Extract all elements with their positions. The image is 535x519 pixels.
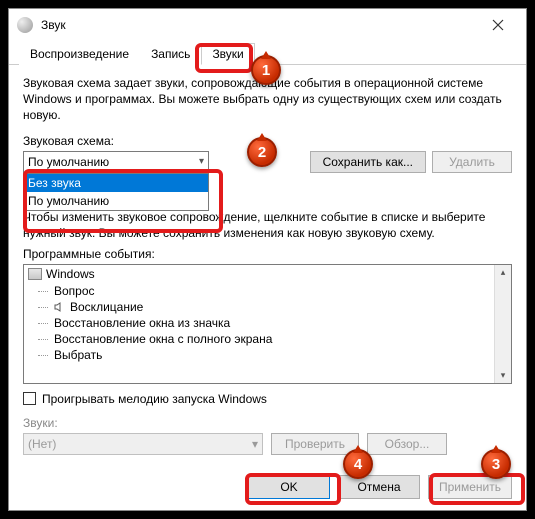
event-label: Восстановление окна с полного экрана <box>54 332 272 346</box>
ok-button[interactable]: OK <box>248 475 330 499</box>
sounds-label: Звуки: <box>23 416 512 430</box>
step-badge-2: 2 <box>247 137 277 167</box>
scroll-down-icon: ▾ <box>501 368 506 383</box>
event-item[interactable]: Вопрос <box>24 283 511 299</box>
scroll-up-icon: ▴ <box>501 265 506 280</box>
event-root-label: Windows <box>46 267 95 281</box>
event-label: Восклицание <box>70 300 143 314</box>
events-listbox[interactable]: Windows Вопрос Восклицание Восстановлени… <box>23 264 512 384</box>
app-icon <box>17 17 33 33</box>
sounds-combobox: (Нет) ▾ <box>23 433 263 455</box>
step-badge-3: 3 <box>481 449 511 479</box>
scheme-option-none[interactable]: Без звука <box>24 174 208 192</box>
event-root[interactable]: Windows <box>24 265 511 283</box>
canvas: Звук Воспроизведение Запись Звуки Звуков… <box>0 0 535 519</box>
event-label: Выбрать <box>54 348 102 362</box>
close-button[interactable] <box>478 11 518 39</box>
tab-playback[interactable]: Воспроизведение <box>19 43 140 65</box>
scheme-selected-value: По умолчанию <box>28 155 109 169</box>
close-icon <box>492 19 504 31</box>
sounds-value: (Нет) <box>28 437 56 451</box>
event-item[interactable]: Восстановление окна из значка <box>24 315 511 331</box>
event-item[interactable]: Выбрать <box>24 347 511 363</box>
startup-sound-checkbox[interactable] <box>23 392 36 405</box>
test-button: Проверить <box>271 433 359 455</box>
cancel-button[interactable]: Отмена <box>338 475 420 499</box>
scheme-option-default[interactable]: По умолчанию <box>24 192 208 210</box>
scheme-combobox[interactable]: По умолчанию ▾ <box>23 151 209 173</box>
speaker-icon <box>54 301 66 313</box>
save-as-button[interactable]: Сохранить как... <box>310 151 426 173</box>
titlebar: Звук <box>9 9 526 41</box>
sound-dialog: Звук Воспроизведение Запись Звуки Звуков… <box>8 8 527 511</box>
delete-button: Удалить <box>432 151 512 173</box>
step-badge-1: 1 <box>251 55 281 85</box>
scrollbar[interactable]: ▴ ▾ <box>494 265 511 383</box>
event-item[interactable]: Восстановление окна с полного экрана <box>24 331 511 347</box>
hint-text: Чтобы изменить звуковое сопровождение, щ… <box>23 209 512 241</box>
tab-recording[interactable]: Запись <box>140 43 201 65</box>
event-label: Вопрос <box>54 284 95 298</box>
event-label: Восстановление окна из значка <box>54 316 230 330</box>
scheme-dropdown-list: Без звука По умолчанию <box>23 173 209 211</box>
chevron-down-icon: ▾ <box>252 437 258 451</box>
tab-content: Звуковая схема задает звуки, сопровождаю… <box>9 65 526 465</box>
step-badge-4: 4 <box>343 449 373 479</box>
events-label: Программные события: <box>23 247 512 261</box>
tab-sounds[interactable]: Звуки <box>201 43 254 65</box>
event-item[interactable]: Восклицание <box>24 299 511 315</box>
scheme-combo-container: По умолчанию ▾ Без звука По умолчанию <box>23 151 209 173</box>
startup-sound-label: Проигрывать мелодию запуска Windows <box>42 392 267 406</box>
dialog-button-row: OK Отмена Применить <box>9 465 526 505</box>
windows-icon <box>28 268 42 280</box>
chevron-down-icon: ▾ <box>199 156 204 167</box>
browse-button: Обзор... <box>367 433 447 455</box>
window-title: Звук <box>41 18 478 32</box>
